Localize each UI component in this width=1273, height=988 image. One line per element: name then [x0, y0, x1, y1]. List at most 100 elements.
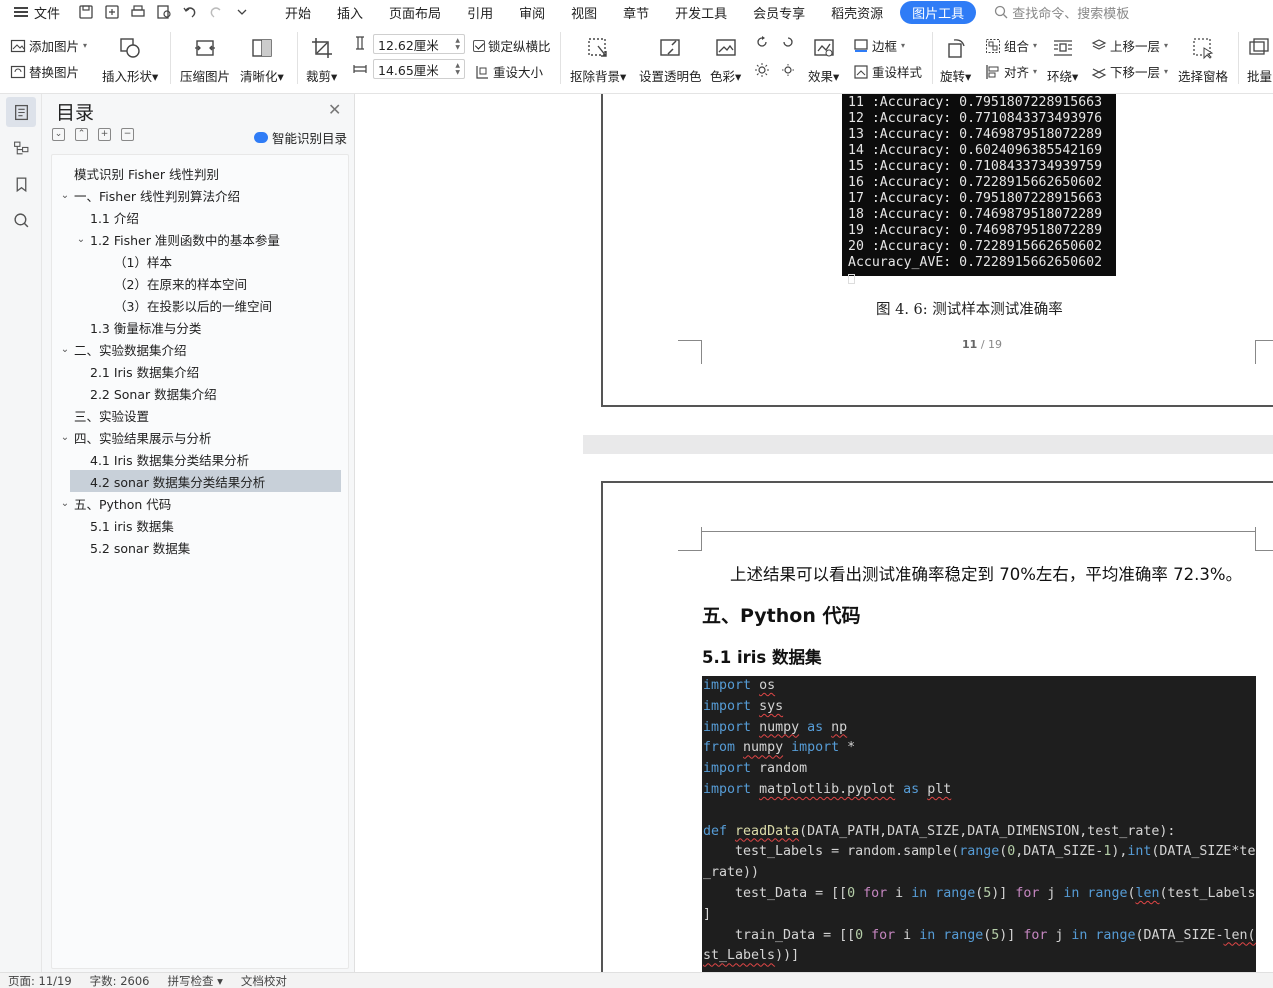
bring-forward-button[interactable]: 上移一层 ▾ [1091, 36, 1168, 55]
tab-review[interactable]: 审阅 [506, 3, 558, 22]
selection-pane-button[interactable]: 选择窗格 [1178, 36, 1228, 85]
toc-item[interactable]: 4.1 Iris 数据集分类结果分析 [52, 448, 350, 470]
smart-toc-label: 智能识别目录 [272, 131, 348, 146]
tab-section[interactable]: 章节 [610, 3, 662, 22]
tab-references[interactable]: 引用 [454, 3, 506, 22]
chevron-down-icon[interactable]: ⌄ [60, 498, 70, 509]
rotate-left-icon[interactable] [754, 34, 770, 50]
toc-item[interactable]: （1）样本 [52, 250, 350, 272]
code-block[interactable]: import os import sys import numpy as np … [702, 676, 1256, 972]
toc-item[interactable]: 1.3 衡量标准与分类 [52, 316, 350, 338]
toc-item[interactable]: 1.1 介绍 [52, 206, 350, 228]
terminal-output-image[interactable]: 11 :Accuracy: 0.7951807228915663 12 :Accu… [842, 94, 1116, 284]
add-heading-icon[interactable]: + [98, 128, 111, 141]
toc-item[interactable]: 5.2 sonar 数据集 [52, 536, 350, 558]
spell-check-button[interactable]: 拼写检查 ▾ [167, 973, 222, 988]
toc-item[interactable]: ⌄ 五、Python 代码 [52, 492, 350, 514]
word-count[interactable]: 字数: 2606 [90, 973, 150, 988]
rail-bookmark-button[interactable] [6, 169, 36, 199]
redo-icon[interactable] [208, 4, 224, 20]
ribbon-divider [297, 32, 298, 84]
width-spinner-icon[interactable]: ▲ ▼ [455, 62, 460, 76]
undo-icon[interactable] [182, 4, 198, 20]
chevron-down-icon[interactable]: ⌄ [60, 344, 70, 355]
preview-icon[interactable] [156, 4, 172, 20]
cursor-icon [848, 274, 855, 284]
document-canvas[interactable]: 11 :Accuracy: 0.7951807228915663 12 :Accu… [355, 94, 1273, 972]
rail-search-button[interactable] [6, 205, 36, 235]
toc-item[interactable]: 5.1 iris 数据集 [52, 514, 350, 536]
tab-docer[interactable]: 稻壳资源 [818, 3, 896, 22]
effects-icon [813, 39, 834, 57]
add-picture-button[interactable]: 添加图片 ▾ [10, 36, 87, 55]
send-backward-label: 下移一层 [1110, 65, 1161, 80]
height-input[interactable]: 12.62厘米 ▲ ▼ [373, 34, 465, 54]
border-button[interactable]: 边框 ▾ [853, 36, 905, 55]
expand-all-icon[interactable]: ⌄ [52, 128, 65, 141]
rotate-button[interactable]: 旋转▾ [940, 36, 971, 85]
group-button[interactable]: 组合 ▾ [985, 36, 1037, 55]
align-icon [986, 64, 999, 79]
lock-aspect-checkbox[interactable]: 锁定纵横比 [473, 36, 551, 55]
quick-access-toolbar [70, 4, 258, 20]
rail-structure-button[interactable] [6, 133, 36, 163]
effects-button[interactable]: 效果▾ [808, 36, 839, 85]
collapse-all-icon[interactable]: ⌃ [75, 128, 88, 141]
tab-developer[interactable]: 开发工具 [662, 3, 740, 22]
toc-item[interactable]: 4.2 sonar 数据集分类结果分析 [70, 470, 341, 492]
toc-item[interactable]: 2.1 Iris 数据集介绍 [52, 360, 350, 382]
insert-shape-button[interactable]: 插入形状▾ [102, 36, 158, 85]
crop-mark [678, 527, 702, 551]
tab-member[interactable]: 会员专享 [740, 3, 818, 22]
width-input[interactable]: 14.65厘米 ▲ ▼ [373, 59, 465, 79]
rail-toc-button[interactable] [6, 97, 36, 127]
remove-background-button[interactable]: 抠除背景▾ [570, 36, 626, 85]
save-icon[interactable] [78, 4, 94, 20]
brightness-up-icon[interactable] [754, 62, 770, 78]
send-backward-button[interactable]: 下移一层 ▾ [1091, 62, 1168, 81]
close-icon[interactable]: ✕ [328, 100, 341, 119]
toc-item[interactable]: 三、实验设置 [52, 404, 350, 426]
smart-toc-button[interactable]: 智能识别目录 [254, 128, 347, 147]
toc-item-label: 2.2 Sonar 数据集介绍 [90, 386, 217, 402]
toc-item[interactable]: （3）在投影以后的一维空间 [52, 294, 350, 316]
proofread-button[interactable]: 文档校对 [241, 973, 287, 988]
customize-chevron-icon[interactable] [234, 4, 250, 20]
export-icon[interactable] [104, 4, 120, 20]
tab-view[interactable]: 视图 [558, 3, 610, 22]
toc-item[interactable]: ⌄ 一、Fisher 线性判别算法介绍 [52, 184, 350, 206]
compress-picture-button[interactable]: 压缩图片 [180, 36, 230, 85]
rotate-right-icon[interactable] [780, 34, 796, 50]
tab-picture-tools[interactable]: 图片工具 [900, 0, 977, 24]
toc-item-label: 4.1 Iris 数据集分类结果分析 [90, 452, 250, 468]
height-spinner-icon[interactable]: ▲ ▼ [455, 37, 460, 51]
chevron-down-icon[interactable]: ⌄ [60, 432, 70, 443]
crop-button[interactable]: 裁剪▾ [306, 36, 337, 85]
align-button[interactable]: 对齐 ▾ [985, 62, 1037, 81]
command-search[interactable]: 查找命令、搜索模板 [994, 3, 1129, 22]
reset-size-button[interactable]: 重设大小 [474, 62, 543, 81]
chevron-down-icon[interactable]: ⌄ [76, 234, 86, 245]
toc-item[interactable]: 2.2 Sonar 数据集介绍 [52, 382, 350, 404]
tab-home[interactable]: 开始 [272, 3, 324, 22]
sharpen-button[interactable]: 清晰化▾ [240, 36, 284, 85]
set-transparent-button[interactable]: 设置透明色 [639, 36, 702, 85]
page-indicator[interactable]: 页面: 11/19 [8, 973, 72, 988]
print-icon[interactable] [130, 4, 146, 20]
reset-style-button[interactable]: 重设样式 [853, 62, 922, 81]
chevron-down-icon[interactable]: ⌄ [60, 190, 70, 201]
wrap-button[interactable]: 环绕▾ [1047, 36, 1078, 85]
toc-item[interactable]: ⌄ 二、实验数据集介绍 [52, 338, 350, 360]
color-button[interactable]: 色彩▾ [710, 36, 741, 85]
brightness-down-icon[interactable] [780, 62, 796, 78]
replace-picture-button[interactable]: 替换图片 [10, 62, 79, 81]
file-menu[interactable]: 文件 [0, 3, 70, 22]
tab-page-layout[interactable]: 页面布局 [376, 3, 454, 22]
toc-item[interactable]: 模式识别 Fisher 线性判别 [52, 162, 350, 184]
tab-insert[interactable]: 插入 [324, 3, 376, 22]
toc-item[interactable]: ⌄ 四、实验结果展示与分析 [52, 426, 350, 448]
remove-heading-icon[interactable]: − [121, 128, 134, 141]
toc-item[interactable]: ⌄ 1.2 Fisher 准则函数中的基本参量 [52, 228, 350, 250]
batch-button[interactable]: 批量 [1247, 36, 1272, 85]
toc-item[interactable]: （2）在原来的样本空间 [52, 272, 350, 294]
